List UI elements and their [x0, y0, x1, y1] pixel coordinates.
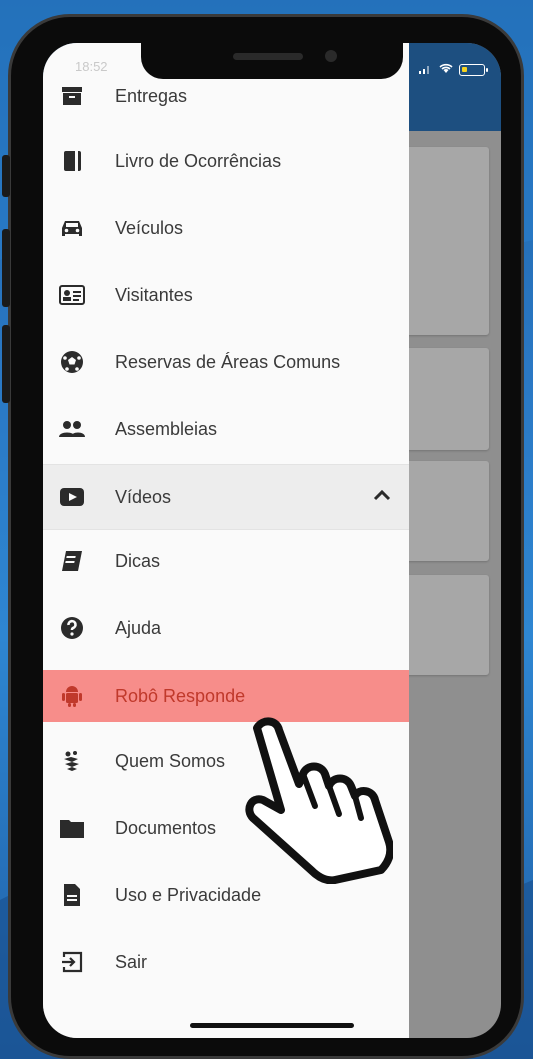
car-icon — [57, 213, 87, 243]
volume-down-button — [2, 325, 10, 403]
archive-box-icon — [57, 81, 87, 111]
wifi-icon — [439, 63, 453, 77]
menu-item-assembleias[interactable]: Assembleias — [43, 402, 409, 456]
id-card-icon — [57, 280, 87, 310]
menu-label: Veículos — [115, 217, 184, 238]
front-camera — [325, 50, 337, 62]
people-icon — [57, 414, 87, 444]
menu-item-dicas[interactable]: Dicas — [43, 534, 409, 588]
soccer-ball-icon — [57, 347, 87, 377]
play-video-icon — [57, 482, 87, 512]
pointing-hand-icon — [245, 717, 393, 884]
menu-item-videos[interactable]: Vídeos — [43, 464, 409, 530]
mute-switch — [2, 155, 10, 197]
menu-label: Vídeos — [115, 486, 172, 507]
background-card — [399, 348, 489, 450]
status-icons — [419, 63, 488, 77]
book-icon — [57, 146, 87, 176]
battery-icon — [459, 64, 488, 76]
menu-label: Documentos — [115, 817, 217, 838]
speaker-grille — [233, 53, 303, 60]
signal-icon — [419, 63, 433, 77]
menu-label: Reservas de Áreas Comuns — [115, 351, 341, 372]
menu-label: Uso e Privacidade — [115, 884, 262, 905]
menu-label: Ajuda — [115, 617, 162, 638]
home-indicator[interactable] — [190, 1023, 354, 1028]
menu-label: Entregas — [115, 85, 188, 106]
navigation-drawer: 18:52 Entregas Livro de Ocorrências Veíc… — [43, 43, 409, 1038]
background-card — [399, 461, 489, 561]
menu-label: Robô Responde — [115, 685, 246, 706]
android-robot-icon — [57, 681, 87, 711]
leaf-logo-icon — [57, 746, 87, 776]
background-card — [399, 575, 489, 675]
menu-item-livro-ocorrencias[interactable]: Livro de Ocorrências — [43, 134, 409, 188]
menu-label: Assembleias — [115, 418, 218, 439]
menu-item-reservas[interactable]: Reservas de Áreas Comuns — [43, 335, 409, 389]
background-card — [399, 147, 489, 335]
notebook-icon — [57, 546, 87, 576]
logout-icon — [57, 947, 87, 977]
menu-label: Sair — [115, 951, 148, 972]
menu-label: Livro de Ocorrências — [115, 150, 282, 171]
folder-icon — [57, 813, 87, 843]
menu-label: Dicas — [115, 550, 161, 571]
document-icon — [57, 880, 87, 910]
menu-label: Quem Somos — [115, 750, 226, 771]
menu-item-ajuda[interactable]: Ajuda — [43, 601, 409, 655]
menu-item-veiculos[interactable]: Veículos — [43, 201, 409, 255]
menu-item-sair[interactable]: Sair — [43, 935, 409, 989]
chevron-up-icon[interactable] — [373, 488, 391, 506]
help-circle-icon — [57, 613, 87, 643]
volume-up-button — [2, 229, 10, 307]
phone-screen: 18:52 Entregas Livro de Ocorrências Veíc… — [43, 43, 501, 1038]
menu-label: Visitantes — [115, 284, 193, 305]
phone-notch — [141, 43, 403, 79]
menu-item-visitantes[interactable]: Visitantes — [43, 268, 409, 322]
